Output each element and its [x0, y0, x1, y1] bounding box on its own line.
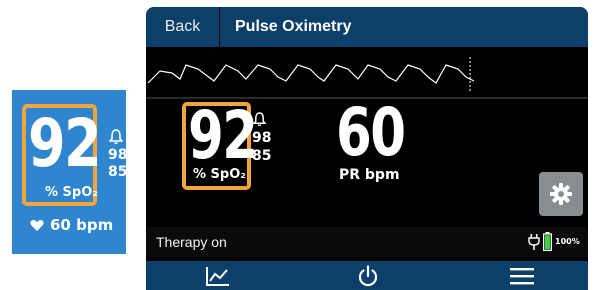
trend-chart-icon [206, 267, 229, 286]
back-button[interactable]: Back [146, 7, 220, 47]
tile-spo2-value: 92 [28, 105, 102, 182]
spo2-value[interactable]: 92 [188, 103, 258, 169]
battery-percent: 100% [555, 237, 580, 246]
plug-icon [528, 234, 540, 250]
pleth-waveform [146, 51, 588, 99]
spo2-low-limit: 85 [252, 148, 272, 164]
bell-icon [253, 112, 266, 127]
pulse-rate-unit-label: PR bpm [339, 167, 400, 183]
heart-icon [30, 219, 44, 231]
spo2-unit-label: % SpO₂ [193, 167, 246, 182]
settings-button[interactable] [539, 172, 583, 216]
tile-spo2-low-limit: 85 [108, 164, 128, 180]
therapy-status: Therapy on [156, 234, 227, 250]
device-screen: Back Pulse Oximetry 92 98 85 % SpO₂ 60 P… [146, 7, 588, 290]
power-button[interactable] [338, 261, 398, 290]
trends-button[interactable] [188, 261, 248, 290]
pulse-rate-value[interactable]: 60 [336, 100, 406, 166]
header-bar: Back Pulse Oximetry [146, 7, 588, 47]
power-icon [358, 265, 378, 287]
spo2-high-limit: 98 [252, 130, 272, 146]
pleth-waveform-trace [147, 57, 475, 91]
bell-icon [109, 129, 123, 145]
battery-icon [543, 232, 552, 251]
tile-spo2-unit: % SpO₂ [45, 185, 98, 200]
hamburger-menu-icon [510, 268, 534, 285]
tile-pulse-rate-text: 60 bpm [50, 216, 114, 234]
gear-icon [550, 183, 572, 205]
status-bar: Therapy on 100% [146, 227, 588, 257]
spo2-tile[interactable]: 92 98 85 % SpO₂ 60 bpm [12, 90, 128, 254]
tile-pulse-rate: 60 bpm [30, 216, 113, 234]
menu-button[interactable] [492, 261, 552, 290]
page-title: Pulse Oximetry [235, 18, 352, 35]
bottom-nav [146, 261, 588, 290]
tile-spo2-high-limit: 98 [108, 147, 128, 163]
